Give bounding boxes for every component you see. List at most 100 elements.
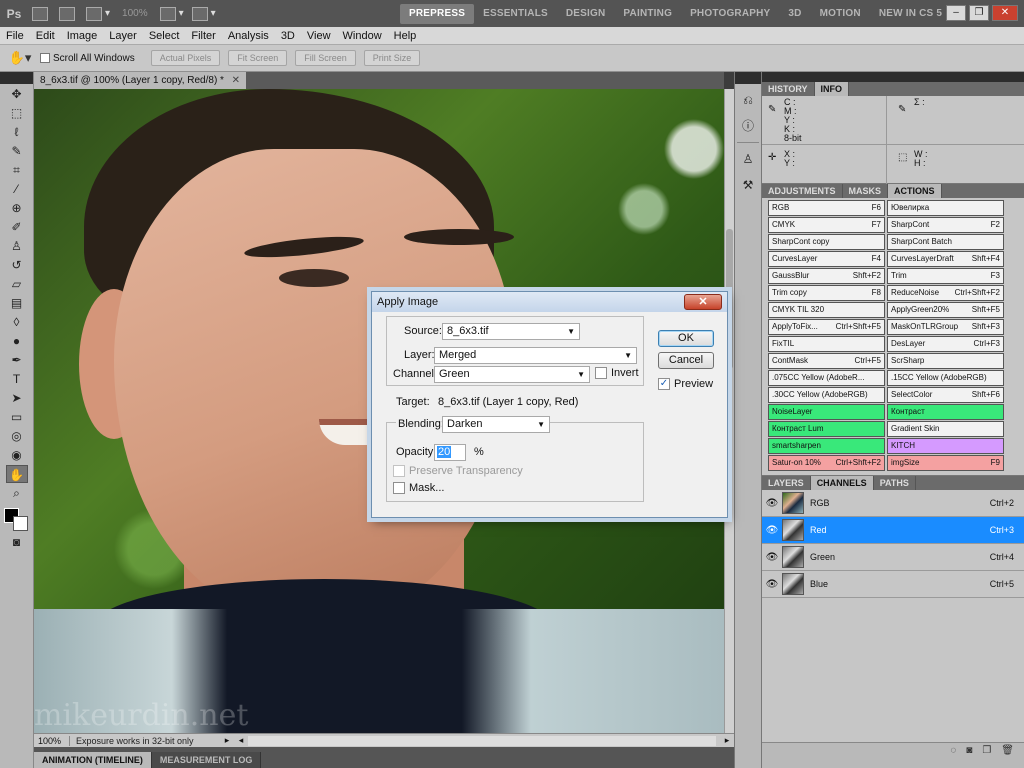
document-tab[interactable]: 8_6x3.tif @ 100% (Layer 1 copy, Red/8) *… [34, 72, 246, 89]
action-button[interactable]: ScrSharp [887, 353, 1004, 369]
move-tool-icon[interactable]: ✥ [6, 85, 28, 103]
blending-select[interactable]: Darken ▼ [442, 416, 550, 433]
tab-actions[interactable]: ACTIONS [888, 184, 942, 198]
preserve-transparency-checkbox[interactable]: Preserve Transparency [393, 465, 523, 477]
action-button[interactable]: Контраст [887, 404, 1004, 420]
action-button[interactable]: ContMask Ctrl+F5 [768, 353, 885, 369]
action-button[interactable]: ReduceNoise Ctrl+Shft+F2 [887, 285, 1004, 301]
path-selection-tool-icon[interactable]: ➤ [6, 389, 28, 407]
status-zoom[interactable]: 100% [34, 735, 70, 746]
workspace-photography[interactable]: PHOTOGRAPHY [681, 4, 779, 24]
quick-mask-icon[interactable]: ◙ [6, 533, 28, 551]
action-button[interactable]: SharpCont F2 [887, 217, 1004, 233]
tab-measurement-log[interactable]: MEASUREMENT LOG [151, 752, 262, 768]
dialog-titlebar[interactable]: Apply Image ✕ [372, 292, 727, 312]
tab-masks[interactable]: MASKS [843, 184, 889, 198]
tab-paths[interactable]: PATHS [874, 476, 916, 490]
workspace-design[interactable]: DESIGN [557, 4, 615, 24]
dock-grip[interactable] [735, 72, 761, 84]
workspace-motion[interactable]: MOTION [811, 4, 870, 24]
view-extras-button[interactable]: ▾ [86, 5, 110, 23]
action-button[interactable]: Satur-on 10% Ctrl+Shft+F2 [768, 455, 885, 471]
tab-animation-timeline[interactable]: ANIMATION (TIMELINE) [34, 752, 152, 768]
scroll-right-icon[interactable]: ▸ [720, 735, 734, 746]
channel-row-rgb[interactable]: 👁 RGB Ctrl+2 [762, 490, 1024, 517]
menu-view[interactable]: View [301, 30, 337, 42]
menu-3d[interactable]: 3D [275, 30, 301, 42]
pen-tool-icon[interactable]: ✒ [6, 351, 28, 369]
3d-rotate-tool-icon[interactable]: ◎ [6, 427, 28, 445]
menu-edit[interactable]: Edit [30, 30, 61, 42]
delete-channel-icon[interactable]: 🗑 [1001, 745, 1014, 756]
action-button[interactable]: Контраст Lum [768, 421, 885, 437]
preview-checkbox[interactable]: ✓ Preview [658, 378, 713, 390]
layer-select[interactable]: Merged ▼ [434, 347, 637, 364]
action-button[interactable]: MaskOnTLRGroup Shft+F3 [887, 319, 1004, 335]
action-button[interactable]: .30CC Yellow (AdobeRGB) [768, 387, 885, 403]
close-window-button[interactable]: ✕ [992, 5, 1018, 21]
cancel-button[interactable]: Cancel [658, 352, 714, 369]
history-brush-tool-icon[interactable]: ↺ [6, 256, 28, 274]
channel-row-green[interactable]: 👁 Green Ctrl+4 [762, 544, 1024, 571]
shape-tool-icon[interactable]: ▭ [6, 408, 28, 426]
eraser-tool-icon[interactable]: ▱ [6, 275, 28, 293]
color-swatches[interactable] [3, 508, 30, 532]
menu-window[interactable]: Window [337, 30, 388, 42]
action-button[interactable]: SharpCont copy [768, 234, 885, 250]
action-button[interactable]: imgSize F9 [887, 455, 1004, 471]
close-document-icon[interactable]: ✕ [232, 72, 240, 89]
visibility-eye-icon[interactable]: 👁 [762, 498, 782, 509]
fill-screen-button[interactable]: Fill Screen [295, 50, 356, 66]
arrange-documents-button[interactable]: ▾ [159, 5, 184, 23]
channel-row-red[interactable]: 👁 Red Ctrl+3 [762, 517, 1024, 544]
action-button[interactable]: CurvesLayerDraft Shft+F4 [887, 251, 1004, 267]
action-button[interactable]: KITCH [887, 438, 1004, 454]
save-selection-channel-icon[interactable]: ◙ [966, 745, 972, 756]
visibility-eye-icon[interactable]: 👁 [762, 579, 782, 590]
action-button[interactable]: FixTIL [768, 336, 885, 352]
crop-tool-icon[interactable]: ⌗ [6, 161, 28, 179]
fit-screen-button[interactable]: Fit Screen [228, 50, 288, 66]
actual-pixels-button[interactable]: Actual Pixels [150, 50, 221, 66]
marquee-tool-icon[interactable]: ⬚ [6, 104, 28, 122]
bridge-button[interactable] [32, 5, 51, 23]
tools-panel-grip[interactable] [0, 72, 33, 84]
mask-checkbox[interactable]: Mask... [393, 482, 444, 494]
channel-row-blue[interactable]: 👁 Blue Ctrl+5 [762, 571, 1024, 598]
action-button[interactable]: DesLayer Ctrl+F3 [887, 336, 1004, 352]
horizontal-scrollbar[interactable] [248, 735, 716, 746]
blur-tool-icon[interactable]: ◊ [6, 313, 28, 331]
channel-select[interactable]: Green ▼ [434, 366, 590, 383]
menu-filter[interactable]: Filter [185, 30, 221, 42]
workspace-essentials[interactable]: ESSENTIALS [474, 4, 557, 24]
3d-orbit-tool-icon[interactable]: ◉ [6, 446, 28, 464]
action-button[interactable]: Trim copy F8 [768, 285, 885, 301]
action-button[interactable]: ApplyToFix... Ctrl+Shft+F5 [768, 319, 885, 335]
tab-info[interactable]: INFO [814, 82, 850, 96]
tab-history[interactable]: HISTORY [762, 82, 815, 96]
gradient-tool-icon[interactable]: ▤ [6, 294, 28, 312]
background-color-swatch[interactable] [12, 516, 28, 531]
quick-selection-tool-icon[interactable]: ✎ [6, 142, 28, 160]
lasso-tool-icon[interactable]: ℓ [6, 123, 28, 141]
action-button[interactable]: SharpCont Batch [887, 234, 1004, 250]
screen-mode-button[interactable]: ▾ [191, 5, 216, 23]
info-panel-icon[interactable]: ⓘ [738, 116, 758, 136]
opacity-input[interactable]: 20 [434, 444, 466, 461]
dodge-tool-icon[interactable]: ● [6, 332, 28, 350]
source-select[interactable]: 8_6x3.tif ▼ [442, 323, 580, 340]
brush-tool-icon[interactable]: ✐ [6, 218, 28, 236]
action-button[interactable]: GaussBlur Shft+F2 [768, 268, 885, 284]
tab-layers[interactable]: LAYERS [762, 476, 811, 490]
action-button[interactable]: Ювелирка [887, 200, 1004, 216]
workspace-prepress[interactable]: PREPRESS [400, 4, 475, 24]
invert-checkbox[interactable]: Invert [595, 367, 639, 379]
visibility-eye-icon[interactable]: 👁 [762, 525, 782, 536]
action-button[interactable]: RGB F6 [768, 200, 885, 216]
scroll-left-icon[interactable]: ◂ [234, 735, 248, 746]
type-tool-icon[interactable]: T [6, 370, 28, 388]
load-channel-selection-icon[interactable]: ◌ [950, 745, 956, 756]
status-menu-arrow-icon[interactable]: ▸ [220, 735, 234, 746]
menu-file[interactable]: File [0, 30, 30, 42]
action-button[interactable]: CMYK F7 [768, 217, 885, 233]
